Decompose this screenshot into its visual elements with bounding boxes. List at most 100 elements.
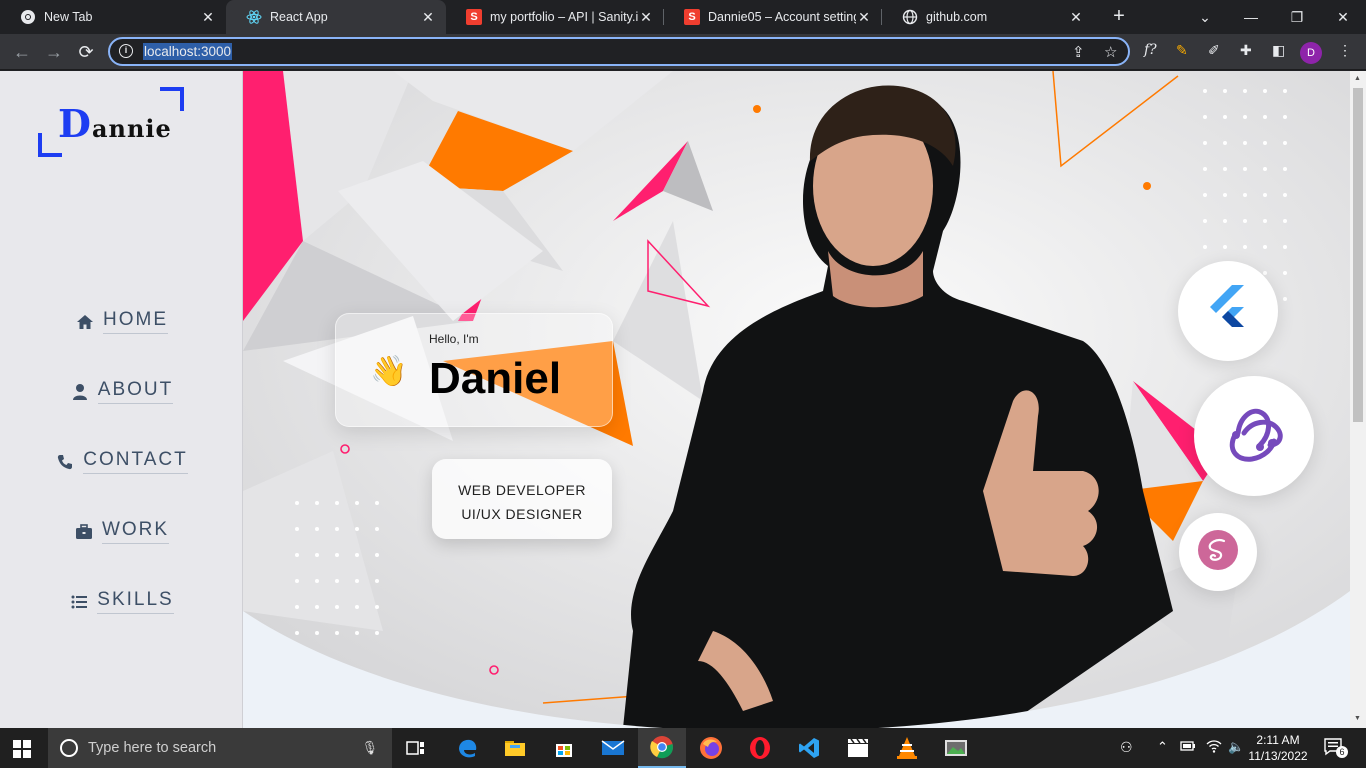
tab-search-icon[interactable]: ⌄ xyxy=(1194,6,1216,28)
firefox-icon[interactable] xyxy=(687,728,735,768)
file-explorer-icon[interactable] xyxy=(491,728,539,768)
scroll-up-arrow-icon[interactable]: ▲ xyxy=(1354,75,1362,82)
nav-skills[interactable]: SKILLS xyxy=(0,589,243,614)
nav-label: WORK xyxy=(101,519,170,544)
people-icon[interactable]: ⚇ xyxy=(1120,739,1133,756)
web-page: Dannie HOME ABOUT CONTACT WORK SKILLS 👋 … xyxy=(0,71,1350,728)
nav-work[interactable]: WORK xyxy=(0,519,243,544)
decorative-dot xyxy=(1243,141,1247,145)
wifi-icon[interactable] xyxy=(1206,739,1222,756)
decorative-dot xyxy=(1203,245,1207,249)
mail-icon[interactable] xyxy=(589,728,637,768)
nav-label: HOME xyxy=(103,309,168,334)
photo-app-icon[interactable] xyxy=(932,728,980,768)
side-panel-icon[interactable]: ◧ xyxy=(1272,42,1285,59)
decorative-dot xyxy=(1283,219,1287,223)
close-tab-icon[interactable]: ✕ xyxy=(638,9,654,26)
logo-text: Dannie xyxy=(58,101,172,146)
nav-about[interactable]: ABOUT xyxy=(0,379,243,404)
role-text: UI/UX DESIGNER xyxy=(461,506,583,522)
redux-icon xyxy=(1222,403,1286,470)
new-tab-button[interactable]: + xyxy=(1108,6,1130,28)
tab-github[interactable]: github.com ✕ xyxy=(882,0,1094,34)
battery-icon[interactable] xyxy=(1180,740,1196,755)
video-editor-icon[interactable] xyxy=(834,728,882,768)
hero-section: 👋 Hello, I'm Daniel WEB DEVELOPER UI/UX … xyxy=(243,71,1350,728)
list-icon xyxy=(69,592,89,612)
decorative-dot xyxy=(1203,193,1207,197)
tab-react-app[interactable]: React App ✕ xyxy=(226,0,446,34)
microsoft-store-icon[interactable] xyxy=(540,728,588,768)
role-text: WEB DEVELOPER xyxy=(458,482,586,498)
extensions-puzzle-icon[interactable]: ✚ xyxy=(1240,42,1252,59)
scroll-down-arrow-icon[interactable]: ▼ xyxy=(1354,715,1362,722)
tab-sanity-account[interactable]: S Dannie05 – Account settings ✕ xyxy=(664,0,882,34)
close-tab-icon[interactable]: ✕ xyxy=(1068,9,1084,26)
windows-start-icon[interactable] xyxy=(13,740,31,758)
minimize-button[interactable]: — xyxy=(1240,6,1262,28)
decorative-dot xyxy=(335,579,339,583)
bookmark-star-icon[interactable]: ☆ xyxy=(1104,43,1117,61)
taskbar-search[interactable]: Type here to search 🎙 xyxy=(48,728,392,768)
formula-extension-icon[interactable]: f? xyxy=(1144,42,1157,58)
close-tab-icon[interactable]: ✕ xyxy=(856,9,872,26)
close-window-button[interactable]: ✕ xyxy=(1332,6,1354,28)
decorative-dot xyxy=(1203,89,1207,93)
decorative-dot xyxy=(375,501,379,505)
decorative-dot xyxy=(1223,245,1227,249)
decorative-dot xyxy=(315,631,319,635)
notification-count-badge: 6 xyxy=(1336,746,1348,758)
decorative-dot xyxy=(315,553,319,557)
scrollbar-thumb[interactable] xyxy=(1353,88,1363,422)
tab-sanity-api[interactable]: S my portfolio – API | Sanity.io ✕ xyxy=(446,0,664,34)
profile-avatar[interactable]: D xyxy=(1300,42,1322,64)
decorative-dot xyxy=(1283,115,1287,119)
opera-icon[interactable] xyxy=(736,728,784,768)
clock-time: 2:11 AM xyxy=(1256,733,1300,747)
nav-contact[interactable]: CONTACT xyxy=(0,449,243,474)
tab-title: React App xyxy=(270,10,328,24)
task-view-icon[interactable] xyxy=(392,728,440,768)
system-clock[interactable]: 2:11 AM 11/13/2022 xyxy=(1246,732,1310,764)
decorative-dot xyxy=(1263,271,1267,275)
back-button[interactable]: ← xyxy=(10,40,34,64)
pen-extension-icon[interactable]: ✐ xyxy=(1208,42,1220,59)
microphone-icon[interactable]: 🎙 xyxy=(361,740,378,756)
page-scrollbar[interactable]: ▲ ▼ xyxy=(1350,71,1366,728)
menu-kebab-icon[interactable]: ⋮ xyxy=(1338,42,1352,59)
restore-button[interactable]: ❐ xyxy=(1286,6,1308,28)
phone-icon xyxy=(55,452,75,472)
decorative-dot xyxy=(295,605,299,609)
tab-new-tab[interactable]: New Tab ✕ xyxy=(0,0,226,34)
decorative-dot xyxy=(315,501,319,505)
skill-bubble-sass xyxy=(1179,513,1257,591)
decorative-dot xyxy=(335,553,339,557)
vscode-icon[interactable] xyxy=(785,728,833,768)
user-icon xyxy=(70,382,90,402)
logo[interactable]: Dannie xyxy=(38,87,186,159)
chrome-taskbar-icon[interactable] xyxy=(638,728,686,768)
reload-button[interactable]: ⟳ xyxy=(74,40,98,64)
decorative-dot xyxy=(335,527,339,531)
share-icon[interactable]: ⇪ xyxy=(1072,43,1085,61)
address-bar[interactable]: i localhost:3000 ⇪ ☆ xyxy=(108,37,1130,66)
forward-button[interactable]: → xyxy=(42,40,66,64)
vlc-icon[interactable] xyxy=(883,728,931,768)
show-hidden-icons-chevron-icon[interactable]: ⌃ xyxy=(1157,739,1168,755)
decorative-dot xyxy=(355,605,359,609)
site-info-icon[interactable]: i xyxy=(119,44,133,58)
sidebar: Dannie HOME ABOUT CONTACT WORK SKILLS xyxy=(0,71,243,728)
decorative-dot xyxy=(1263,141,1267,145)
close-tab-icon[interactable]: ✕ xyxy=(200,9,216,26)
url-text[interactable]: localhost:3000 xyxy=(143,43,233,60)
notification-center-icon[interactable]: 6 xyxy=(1324,738,1348,758)
cortana-circle-icon xyxy=(60,739,78,757)
nav-home[interactable]: HOME xyxy=(0,309,243,334)
color-picker-extension-icon[interactable]: ✎ xyxy=(1176,42,1188,59)
edge-icon[interactable] xyxy=(443,728,491,768)
decorative-dot xyxy=(1283,89,1287,93)
close-tab-icon[interactable]: ✕ xyxy=(420,9,436,26)
waving-hand-icon: 👋 xyxy=(370,355,408,388)
volume-icon[interactable]: 🔈 xyxy=(1228,739,1244,755)
decorative-dot xyxy=(1243,193,1247,197)
